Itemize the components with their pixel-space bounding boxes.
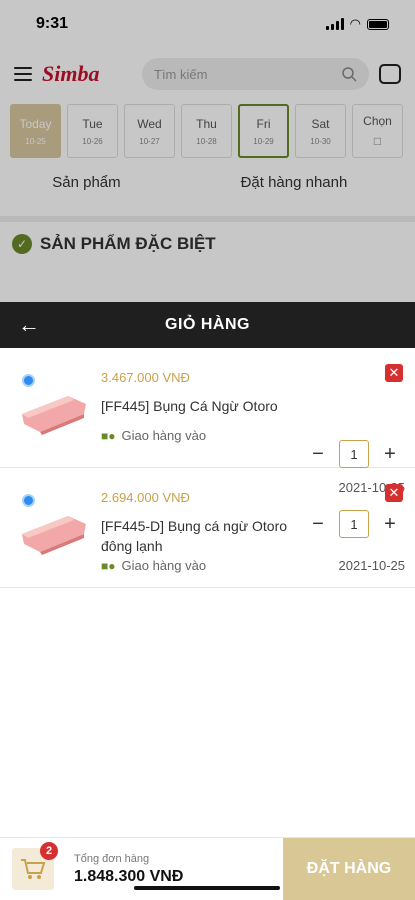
back-arrow-icon[interactable]: ← (18, 312, 40, 338)
order-bar: 2 Tổng đơn hàng 1.848.300 VNĐ ĐẶT HÀNG (0, 837, 415, 900)
cart-item: 3.467.000 VNĐ [FF445] Bụng Cá Ngừ Otoro … (0, 348, 415, 495)
item-select-radio[interactable] (22, 374, 35, 387)
decrement-button[interactable]: − (311, 513, 325, 536)
quantity-value[interactable]: 1 (339, 510, 369, 538)
cart-count-badge: 2 (40, 842, 58, 860)
cart-sheet: ← GIỎ HÀNG 3.467.000 VNĐ [FF445] Bụng Cá… (0, 302, 415, 900)
delivery-info: ■● Giao hàng vào (101, 428, 206, 443)
cart-header: ← GIỎ HÀNG (0, 302, 415, 348)
item-select-radio[interactable] (22, 494, 35, 507)
item-name: [FF445] Bụng Cá Ngừ Otoro (101, 398, 278, 414)
product-image (22, 516, 86, 555)
cart-icon[interactable]: 2 (12, 842, 58, 890)
delivery-date: 2021-10-25 (338, 558, 406, 573)
product-image (22, 396, 86, 435)
cart-title: GIỎ HÀNG (165, 316, 250, 333)
quantity-stepper: − 1 + (311, 510, 397, 538)
item-price: 3.467.000 VNĐ (101, 370, 190, 385)
increment-button[interactable]: + (383, 443, 397, 466)
cart-item: 2.694.000 VNĐ [FF445-D] Bụng cá ngừ Otor… (0, 468, 415, 588)
quantity-value[interactable]: 1 (339, 440, 369, 468)
dim-overlay[interactable] (0, 0, 415, 302)
decrement-button[interactable]: − (311, 443, 325, 466)
quantity-stepper: − 1 + (311, 440, 397, 468)
delete-item-button[interactable]: ✕ (385, 484, 403, 502)
delivery-label: Giao hàng vào (121, 428, 207, 443)
delivery-label: Giao hàng vào (121, 558, 207, 573)
increment-button[interactable]: + (383, 513, 397, 536)
truck-icon: ■● (101, 428, 116, 443)
place-order-button[interactable]: ĐẶT HÀNG (283, 838, 415, 900)
total-label: Tổng đơn hàng (74, 852, 150, 865)
delivery-info: ■● Giao hàng vào (101, 558, 206, 573)
truck-icon: ■● (101, 558, 116, 573)
home-indicator (134, 886, 280, 890)
delete-item-button[interactable]: ✕ (385, 364, 403, 382)
item-name: [FF445-D] Bụng cá ngừ Otoro đông lạnh (101, 518, 288, 554)
shopping-cart-icon (21, 859, 46, 879)
item-price: 2.694.000 VNĐ (101, 490, 190, 505)
total-value: 1.848.300 VNĐ (74, 867, 184, 885)
